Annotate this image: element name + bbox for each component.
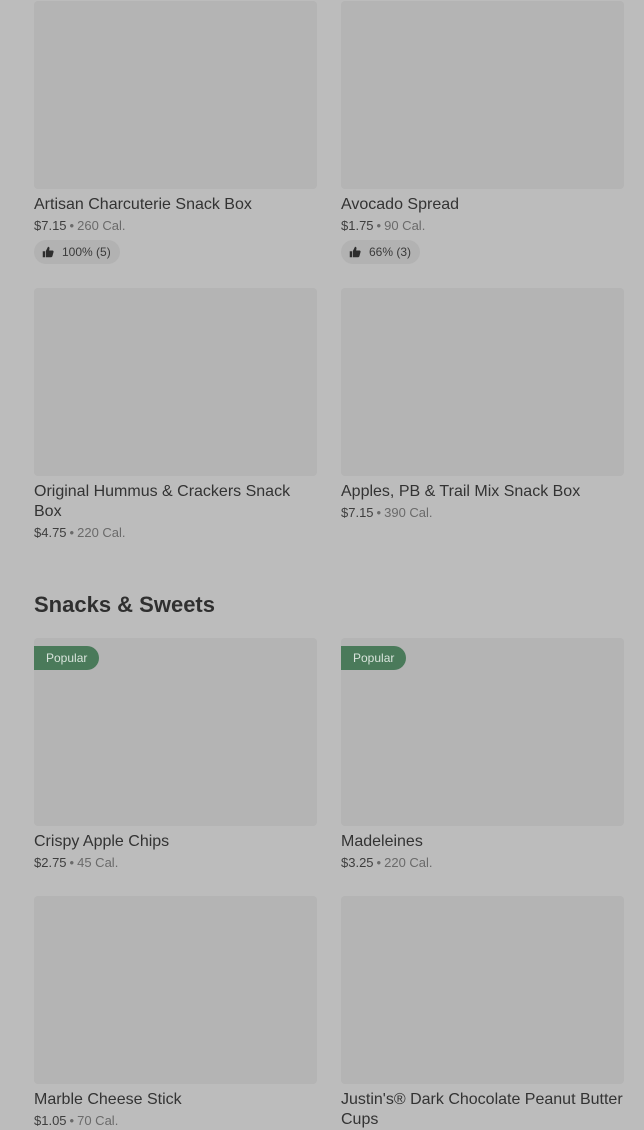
item-meta: $2.75 • 45 Cal. — [34, 855, 317, 871]
menu-item-card[interactable]: Avocado Spread $1.75 • 90 Cal. 66% (3) — [341, 1, 624, 264]
menu-item-card[interactable]: Marble Cheese Stick $1.05 • 70 Cal. — [34, 896, 317, 1129]
item-meta: $3.25 • 220 Cal. — [341, 855, 624, 871]
menu-item-card[interactable]: Popular Crispy Apple Chips $2.75 • 45 Cal. — [34, 638, 317, 871]
item-meta: $1.75 • 90 Cal. — [341, 218, 624, 234]
item-image[interactable]: Popular — [341, 638, 624, 826]
meta-separator: • — [69, 525, 75, 540]
menu-item-card[interactable]: Popular Madeleines $3.25 • 220 Cal. — [341, 638, 624, 871]
item-name: Justin's® Dark Chocolate Peanut Butter C… — [341, 1091, 623, 1128]
meta-separator: • — [69, 855, 75, 870]
item-image[interactable] — [34, 896, 317, 1084]
item-image[interactable]: Popular — [34, 638, 317, 826]
menu-item-card[interactable]: Artisan Charcuterie Snack Box $7.15 • 260 … — [34, 1, 317, 264]
item-calories: 45 Cal. — [77, 855, 119, 870]
meta-separator: • — [376, 505, 382, 520]
item-name: Artisan Charcuterie Snack Box — [34, 196, 252, 213]
item-name: Apples, PB & Trail Mix Snack Box — [341, 483, 581, 500]
item-meta: $7.15 • 260 Cal. — [34, 218, 317, 234]
meta-separator: • — [69, 1113, 75, 1128]
item-name: Crispy Apple Chips — [34, 833, 170, 850]
item-image[interactable] — [341, 1, 624, 189]
meta-separator: • — [69, 218, 75, 233]
item-image[interactable] — [34, 288, 317, 476]
item-price: $3.25 — [341, 855, 374, 870]
menu-page: Artisan Charcuterie Snack Box $7.15 • 260 … — [0, 0, 644, 1128]
rating-badge: 66% (3) — [341, 240, 421, 264]
rating-value: 100% (5) — [62, 245, 111, 259]
item-price: $2.75 — [34, 855, 67, 870]
item-calories: 390 Cal. — [384, 505, 433, 520]
thumbs-up-icon — [42, 246, 54, 258]
item-price: $7.15 — [34, 218, 67, 233]
popular-badge: Popular — [341, 646, 407, 670]
menu-item-card[interactable]: Original Hummus & Crackers Snack Box $4.… — [34, 288, 317, 541]
section-title: Snacks & Sweets — [34, 592, 215, 617]
item-calories: 70 Cal. — [77, 1113, 119, 1128]
item-meta: $1.05 • 70 Cal. — [34, 1113, 317, 1129]
meta-separator: • — [376, 855, 382, 870]
item-image[interactable] — [341, 896, 624, 1084]
menu-item-card[interactable]: Apples, PB & Trail Mix Snack Box $7.15 • 3… — [341, 288, 624, 521]
item-name: Madeleines — [341, 833, 423, 850]
rating-badge: 100% (5) — [34, 240, 120, 264]
item-calories: 260 Cal. — [77, 218, 126, 233]
popular-badge: Popular — [34, 646, 100, 670]
item-calories: 220 Cal. — [77, 525, 126, 540]
item-meta: $7.15 • 390 Cal. — [341, 505, 624, 521]
item-image[interactable] — [341, 288, 624, 476]
item-image[interactable] — [34, 1, 317, 189]
item-price: $1.05 — [34, 1113, 67, 1128]
thumbs-up-icon — [349, 246, 361, 258]
item-price: $4.75 — [34, 525, 67, 540]
item-name: Original Hummus & Crackers Snack Box — [34, 483, 291, 520]
rating-value: 66% (3) — [369, 245, 412, 259]
item-price: $1.75 — [341, 218, 374, 233]
item-calories: 90 Cal. — [384, 218, 426, 233]
item-name: Marble Cheese Stick — [34, 1091, 182, 1108]
item-calories: 220 Cal. — [384, 855, 433, 870]
item-meta: $4.75 • 220 Cal. — [34, 525, 317, 541]
meta-separator: • — [376, 218, 382, 233]
menu-item-card[interactable]: Justin's® Dark Chocolate Peanut Butter C… — [341, 896, 624, 1130]
item-price: $7.15 — [341, 505, 374, 520]
item-name: Avocado Spread — [341, 196, 460, 213]
